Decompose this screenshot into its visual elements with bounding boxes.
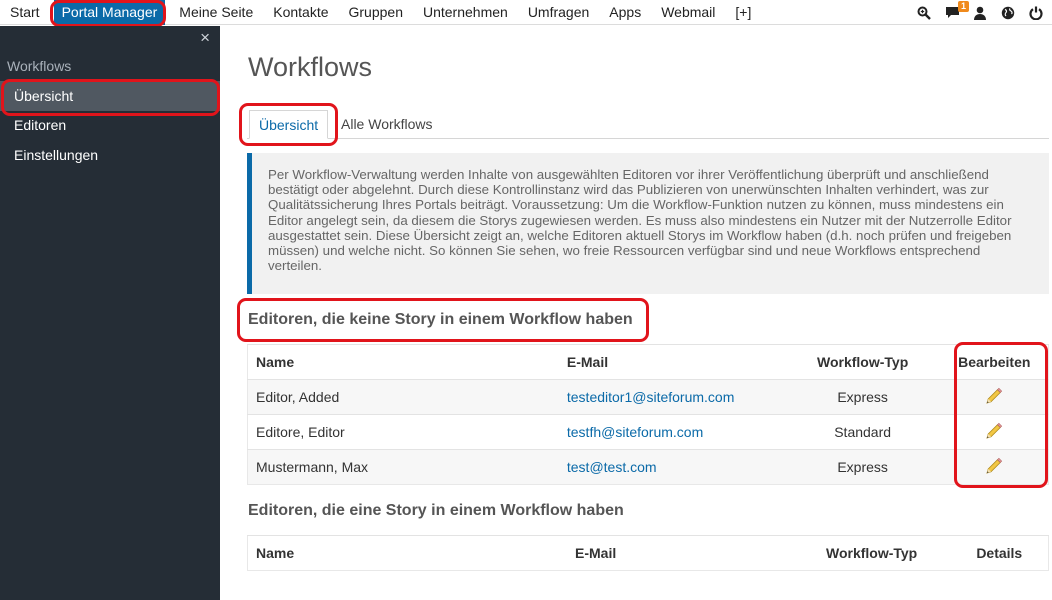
column-header-name: Name xyxy=(247,344,559,380)
sidebar-item-einstellungen[interactable]: Einstellungen xyxy=(0,140,220,170)
column-header-email: E-Mail xyxy=(558,344,785,380)
cell-workflow-type: Standard xyxy=(784,414,941,450)
email-link[interactable]: testeditor1@siteforum.com xyxy=(567,389,735,405)
close-icon[interactable]: × xyxy=(200,29,210,46)
header-icons: 1 xyxy=(916,0,1044,25)
nav-gruppen[interactable]: Gruppen xyxy=(339,0,413,25)
column-header-email: E-Mail xyxy=(567,535,793,571)
nav-apps[interactable]: Apps xyxy=(599,0,651,25)
sidebar-item-uebersicht[interactable]: Übersicht xyxy=(0,81,220,111)
info-box: Per Workflow-Verwaltung werden Inhalte v… xyxy=(247,153,1049,294)
table-row: Editore, Editor testfh@siteforum.com Sta… xyxy=(247,414,1049,450)
email-link[interactable]: test@test.com xyxy=(567,459,657,475)
nav-more[interactable]: [+] xyxy=(725,0,761,25)
nav-unternehmen[interactable]: Unternehmen xyxy=(413,0,518,25)
globe-icon[interactable] xyxy=(1000,5,1016,21)
power-icon[interactable] xyxy=(1028,5,1044,21)
top-navigation: Start Portal Manager Meine Seite Kontakt… xyxy=(0,0,1052,25)
column-header-details: Details xyxy=(950,535,1049,571)
cell-edit xyxy=(940,414,1049,450)
cell-email: test@test.com xyxy=(558,449,785,485)
cell-name: Editore, Editor xyxy=(247,414,559,450)
table-row: Editor, Added testeditor1@siteforum.com … xyxy=(247,379,1049,415)
column-header-workflow-type: Workflow-Typ xyxy=(784,344,941,380)
cell-name: Editor, Added xyxy=(247,379,559,415)
sidebar-section-title: Workflows xyxy=(7,58,72,74)
pencil-icon[interactable] xyxy=(985,387,1003,408)
chat-icon[interactable]: 1 xyxy=(944,0,969,21)
nav-portal-manager[interactable]: Portal Manager xyxy=(53,0,166,25)
table-row: Mustermann, Max test@test.com Express xyxy=(247,449,1049,485)
pencil-icon[interactable] xyxy=(985,422,1003,443)
editors-with-story-table: Name E-Mail Workflow-Typ Details xyxy=(247,535,1049,571)
tab-bar: Übersicht Alle Workflows xyxy=(247,110,1049,139)
cell-edit xyxy=(940,379,1049,415)
sidebar-item-editoren[interactable]: Editoren xyxy=(0,110,220,140)
cell-email: testeditor1@siteforum.com xyxy=(558,379,785,415)
column-header-name: Name xyxy=(247,535,568,571)
table-header-row: Name E-Mail Workflow-Typ Bearbeiten xyxy=(247,344,1049,380)
notification-badge: 1 xyxy=(957,0,969,12)
pencil-icon[interactable] xyxy=(985,457,1003,478)
cell-email: testfh@siteforum.com xyxy=(558,414,785,450)
table-header-row: Name E-Mail Workflow-Typ Details xyxy=(247,535,1049,571)
nav-start[interactable]: Start xyxy=(0,0,50,25)
search-icon[interactable] xyxy=(916,5,932,21)
section-heading-no-story: Editoren, die keine Story in einem Workf… xyxy=(248,311,633,328)
nav-meine-seite[interactable]: Meine Seite xyxy=(169,0,263,25)
main-content: Workflows Übersicht Alle Workflows Per W… xyxy=(220,26,1052,600)
nav-umfragen[interactable]: Umfragen xyxy=(518,0,599,25)
email-link[interactable]: testfh@siteforum.com xyxy=(567,424,703,440)
editors-without-story-table: Name E-Mail Workflow-Typ Bearbeiten Edit… xyxy=(247,344,1049,485)
tab-uebersicht[interactable]: Übersicht xyxy=(249,110,329,139)
nav-kontakte[interactable]: Kontakte xyxy=(263,0,338,25)
column-header-workflow-type: Workflow-Typ xyxy=(792,535,951,571)
section-heading-with-story: Editoren, die eine Story in einem Workfl… xyxy=(248,502,624,519)
nav-webmail[interactable]: Webmail xyxy=(651,0,725,25)
user-icon[interactable] xyxy=(972,5,988,21)
cell-workflow-type: Express xyxy=(784,449,941,485)
cell-workflow-type: Express xyxy=(784,379,941,415)
page-title: Workflows xyxy=(248,52,373,82)
sidebar: × Workflows Übersicht Editoren Einstellu… xyxy=(0,26,220,600)
tab-alle-workflows[interactable]: Alle Workflows xyxy=(341,110,433,139)
cell-name: Mustermann, Max xyxy=(247,449,559,485)
column-header-edit: Bearbeiten xyxy=(940,344,1049,380)
cell-edit xyxy=(940,449,1049,485)
